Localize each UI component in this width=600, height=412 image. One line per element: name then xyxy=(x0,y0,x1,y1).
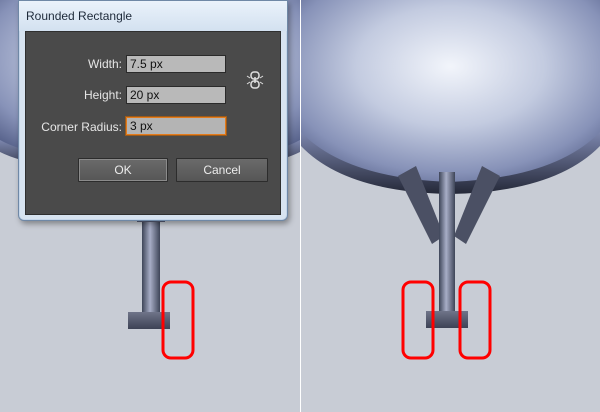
width-field[interactable]: 7.5 px xyxy=(126,55,226,73)
left-pole xyxy=(142,214,160,314)
width-label: Width: xyxy=(87,57,122,71)
rounded-rectangle-dialog: Rounded Rectangle Width: 7.5 px Height: … xyxy=(18,0,288,221)
dialog-body: Width: 7.5 px Height: 20 px Corner Radiu… xyxy=(25,31,281,215)
corner-radius-field[interactable]: 3 px xyxy=(126,117,226,135)
ok-button[interactable]: OK xyxy=(78,158,168,182)
height-label: Height: xyxy=(83,88,122,102)
cancel-button[interactable]: Cancel xyxy=(176,158,268,182)
link-proportions-icon[interactable] xyxy=(245,70,265,90)
right-sphere xyxy=(301,0,600,190)
corner-radius-label: Corner Radius: xyxy=(41,120,122,134)
height-field[interactable]: 20 px xyxy=(126,86,226,104)
right-pole xyxy=(439,172,455,312)
dialog-title: Rounded Rectangle xyxy=(19,1,287,31)
